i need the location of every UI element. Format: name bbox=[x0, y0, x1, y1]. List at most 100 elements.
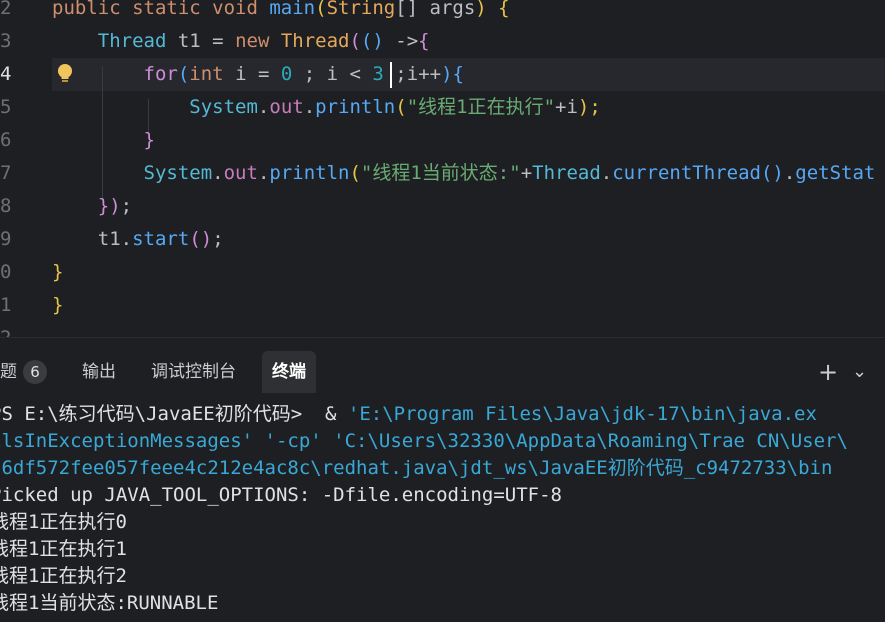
code-token: ; bbox=[292, 63, 327, 85]
code-token: 3 bbox=[372, 63, 384, 85]
terminal-line: f6df572fee057feee4c212e4ac8c\redhat.java… bbox=[0, 455, 885, 482]
terminal-dropdown-button[interactable]: ⌄ bbox=[852, 351, 867, 393]
code-token: start bbox=[132, 228, 190, 250]
code-token: println bbox=[315, 96, 396, 118]
code-token: ( bbox=[349, 162, 361, 184]
tab-label: 调试控制台 bbox=[151, 362, 236, 382]
code-token: { bbox=[418, 30, 430, 52]
code-token: System bbox=[189, 96, 258, 118]
code-token: t1 bbox=[97, 228, 121, 250]
code-token: } bbox=[52, 294, 64, 316]
code-token: ( bbox=[315, 0, 327, 19]
code-line[interactable]: System.out.println("线程1正在执行"+i); bbox=[52, 91, 885, 124]
line-number: 2 bbox=[0, 0, 12, 19]
code-token: ) bbox=[109, 195, 121, 217]
code-token: out bbox=[223, 162, 258, 184]
tab-label: 终端 bbox=[272, 362, 306, 382]
code-line[interactable]: t1.start(); bbox=[52, 223, 885, 256]
code-editor[interactable]: 23456789012 public static void main(Stri… bbox=[0, 0, 885, 337]
line-number: 2 bbox=[0, 322, 20, 337]
code-line[interactable]: } bbox=[52, 289, 885, 322]
code-token: ) bbox=[441, 63, 453, 85]
line-number: 8 bbox=[0, 195, 12, 217]
tab-terminal[interactable]: 终端 bbox=[262, 351, 316, 393]
tab-problems[interactable]: 题6 bbox=[0, 351, 57, 393]
terminal-output[interactable]: PS E:\练习代码\JavaEE初阶代码> & 'E:\Program Fil… bbox=[0, 393, 885, 622]
code-token: . bbox=[120, 228, 133, 250]
terminal-text: 线程1正在执行2 bbox=[0, 565, 127, 587]
code-line[interactable]: }); bbox=[52, 190, 885, 223]
panel-tab-bar: 题6 输出 调试控制台 终端 + ⌄ bbox=[0, 351, 885, 393]
code-token: ( bbox=[349, 30, 361, 52]
code-token: . bbox=[257, 96, 270, 118]
code-token: Thread bbox=[280, 30, 350, 52]
terminal-text: 线程1正在执行0 bbox=[0, 511, 127, 533]
code-token: new bbox=[235, 30, 281, 52]
code-line[interactable]: Thread t1 = new Thread(() ->{ bbox=[52, 25, 885, 58]
terminal-line: Picked up JAVA_TOOL_OPTIONS: -Dfile.enco… bbox=[0, 482, 885, 509]
code-token: ); bbox=[577, 96, 601, 118]
tab-label: 输出 bbox=[82, 362, 116, 382]
tab-output[interactable]: 输出 bbox=[72, 351, 126, 393]
code-token: Thread bbox=[532, 162, 601, 184]
lightbulb-icon[interactable] bbox=[54, 62, 76, 84]
code-token: i++ bbox=[406, 63, 442, 85]
code-token: } bbox=[143, 129, 155, 151]
code-token: int bbox=[189, 63, 236, 85]
code-token: String bbox=[326, 0, 396, 19]
terminal-line: 线程1正在执行0 bbox=[0, 509, 885, 536]
line-number: 3 bbox=[0, 30, 12, 52]
code-token: args bbox=[429, 0, 476, 19]
line-number: 4 bbox=[0, 63, 12, 85]
code-token: Thread bbox=[97, 30, 178, 52]
code-token: = bbox=[200, 30, 236, 52]
indent-guide bbox=[148, 99, 149, 132]
code-token: = bbox=[246, 63, 281, 85]
code-token: println bbox=[269, 162, 350, 184]
code-line[interactable]: for(int i = 0 ; i < 3 ;i++){ bbox=[52, 58, 885, 91]
code-token: } bbox=[52, 261, 64, 283]
code-line[interactable]: } bbox=[52, 124, 885, 157]
terminal-text: ilsInExceptionMessages' '-cp' 'C:\Users\… bbox=[0, 430, 848, 452]
code-token: t1 bbox=[177, 30, 201, 52]
code-token: i bbox=[326, 63, 339, 85]
code-token: ; bbox=[212, 228, 224, 250]
code-line[interactable]: } bbox=[52, 256, 885, 289]
plus-icon: + bbox=[818, 358, 839, 386]
chevron-down-icon: ⌄ bbox=[852, 361, 868, 382]
code-token: "线程1当前状态:" bbox=[360, 162, 521, 184]
code-token: System bbox=[143, 162, 213, 184]
code-token: () bbox=[760, 162, 784, 184]
indent-guide bbox=[102, 66, 103, 198]
line-number: 7 bbox=[0, 162, 12, 184]
terminal-text: 线程1正在执行1 bbox=[0, 538, 127, 560]
code-token: public static void bbox=[52, 0, 270, 19]
code-token: i bbox=[235, 63, 247, 85]
panel-divider[interactable] bbox=[0, 337, 885, 352]
terminal-text: 'E:\Program Files\Java\jdk-17\bin\java.e… bbox=[347, 403, 817, 425]
code-token: main bbox=[269, 0, 316, 19]
add-terminal-button[interactable]: + bbox=[818, 351, 838, 393]
terminal-line: PS E:\练习代码\JavaEE初阶代码> & 'E:\Program Fil… bbox=[0, 401, 885, 428]
line-number: 0 bbox=[0, 261, 12, 283]
text-caret bbox=[390, 62, 392, 88]
terminal-text: PS E:\练习代码\JavaEE初阶代码> & bbox=[0, 403, 348, 425]
code-token: ( bbox=[395, 96, 407, 118]
code-token: getStat bbox=[795, 162, 876, 184]
terminal-text: 线程1当前状态:RUNNABLE bbox=[0, 592, 219, 614]
code-line[interactable]: System.out.println("线程1当前状态:"+Thread.cur… bbox=[52, 157, 885, 190]
code-token: ; bbox=[383, 63, 407, 85]
code-token: . bbox=[257, 162, 270, 184]
line-number: 1 bbox=[0, 294, 12, 316]
tab-debug-console[interactable]: 调试控制台 bbox=[141, 351, 246, 393]
problems-count-badge: 6 bbox=[23, 360, 47, 384]
code-token: . bbox=[303, 96, 316, 118]
terminal-text: Picked up JAVA_TOOL_OPTIONS: -Dfile.enco… bbox=[0, 484, 562, 506]
code-line[interactable]: public static void main(String[] args) { bbox=[52, 0, 885, 25]
code-token: { bbox=[452, 63, 464, 85]
